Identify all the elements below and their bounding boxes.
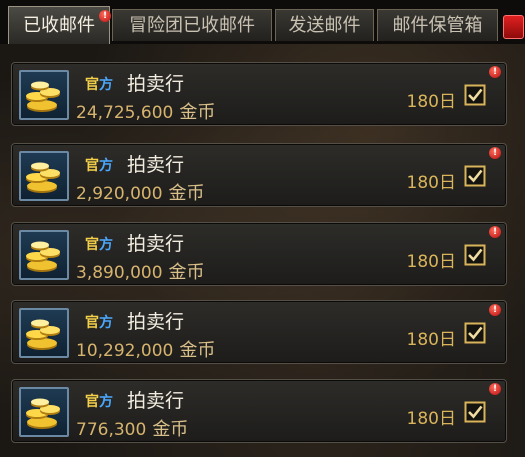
official-badge: 官方 [85,155,113,175]
mail-expiry-days: 180日 [406,92,456,112]
mail-gold-amount: 3,890,000 金币 [76,258,205,284]
select-checkbox[interactable] [464,84,486,106]
official-badge: 官方 [85,234,113,254]
mail-expiry-days: 180日 [406,330,456,350]
mail-expiry-days: 180日 [406,173,456,193]
gold-amount-value: 776,300 [76,420,147,440]
mail-expiry-days: 180日 [406,409,456,429]
gold-coins-icon [19,387,69,437]
official-badge-first: 官 [85,315,99,331]
official-badge-second: 方 [99,158,113,174]
official-badge-first: 官 [85,77,99,93]
gold-coins-icon [19,308,69,358]
gold-unit-label: 金币 [168,262,205,283]
gold-coins-icon [19,230,69,280]
gold-amount-value: 2,920,000 [76,184,163,204]
unread-alert-icon: ! [489,383,501,395]
mail-expiry-days: 180日 [406,252,456,272]
unread-alert-icon: ! [489,147,501,159]
gold-unit-label: 金币 [168,183,205,204]
official-badge: 官方 [85,312,113,332]
gold-unit-label: 金币 [179,102,216,123]
official-badge-second: 方 [99,394,113,410]
mail-item[interactable]: 官方 拍卖行 3,890,000 金币 180日 ! [11,222,507,286]
mail-sender: 拍卖行 [127,233,185,255]
official-badge-first: 官 [85,158,99,174]
gold-unit-label: 金币 [152,419,189,440]
gold-coins-icon [19,70,69,120]
official-badge-second: 方 [99,77,113,93]
unread-alert-icon: ! [489,304,501,316]
official-badge-second: 方 [99,315,113,331]
select-checkbox[interactable] [464,322,486,344]
mail-gold-amount: 2,920,000 金币 [76,179,205,205]
official-badge-second: 方 [99,237,113,253]
mail-sender: 拍卖行 [127,154,185,176]
tab-mail-storage[interactable]: 邮件保管箱 [377,9,498,41]
tab-send-mail[interactable]: 发送邮件 [275,9,374,41]
tab-received-mail[interactable]: 已收邮件 [8,6,110,44]
unread-alert-icon: ! [489,226,501,238]
mail-sender: 拍卖行 [127,390,185,412]
tab-label: 已收邮件 [23,15,95,36]
gold-coins-icon [19,151,69,201]
select-checkbox[interactable] [464,244,486,266]
mail-tab-bar: 已收邮件 ! 冒险团已收邮件 发送邮件 邮件保管箱 [0,0,525,44]
tab-label: 发送邮件 [288,15,361,36]
tab-team-received-mail[interactable]: 冒险团已收邮件 [112,9,272,41]
mail-item[interactable]: 官方 拍卖行 10,292,000 金币 180日 ! [11,300,507,364]
mailbox-corner-icon[interactable] [503,15,524,39]
mail-item[interactable]: 官方 拍卖行 24,725,600 金币 180日 ! [11,62,507,126]
mail-item[interactable]: 官方 拍卖行 776,300 金币 180日 ! [11,379,507,443]
official-badge: 官方 [85,74,113,94]
mail-item[interactable]: 官方 拍卖行 2,920,000 金币 180日 ! [11,143,507,207]
unread-alert-icon: ! [489,66,501,78]
mail-gold-amount: 776,300 金币 [76,415,188,441]
select-checkbox[interactable] [464,165,486,187]
official-badge-first: 官 [85,237,99,253]
tab-alert-icon: ! [99,10,111,22]
select-checkbox[interactable] [464,401,486,423]
gold-amount-value: 3,890,000 [76,263,163,283]
tab-label: 邮件保管箱 [392,15,483,36]
tab-label: 冒险团已收邮件 [129,15,255,36]
gold-amount-value: 24,725,600 [76,103,174,123]
gold-amount-value: 10,292,000 [76,341,174,361]
mail-sender: 拍卖行 [127,311,185,333]
mail-gold-amount: 24,725,600 金币 [76,98,215,124]
official-badge: 官方 [85,391,113,411]
official-badge-first: 官 [85,394,99,410]
gold-unit-label: 金币 [179,340,216,361]
mail-gold-amount: 10,292,000 金币 [76,336,215,362]
mail-sender: 拍卖行 [127,73,185,95]
